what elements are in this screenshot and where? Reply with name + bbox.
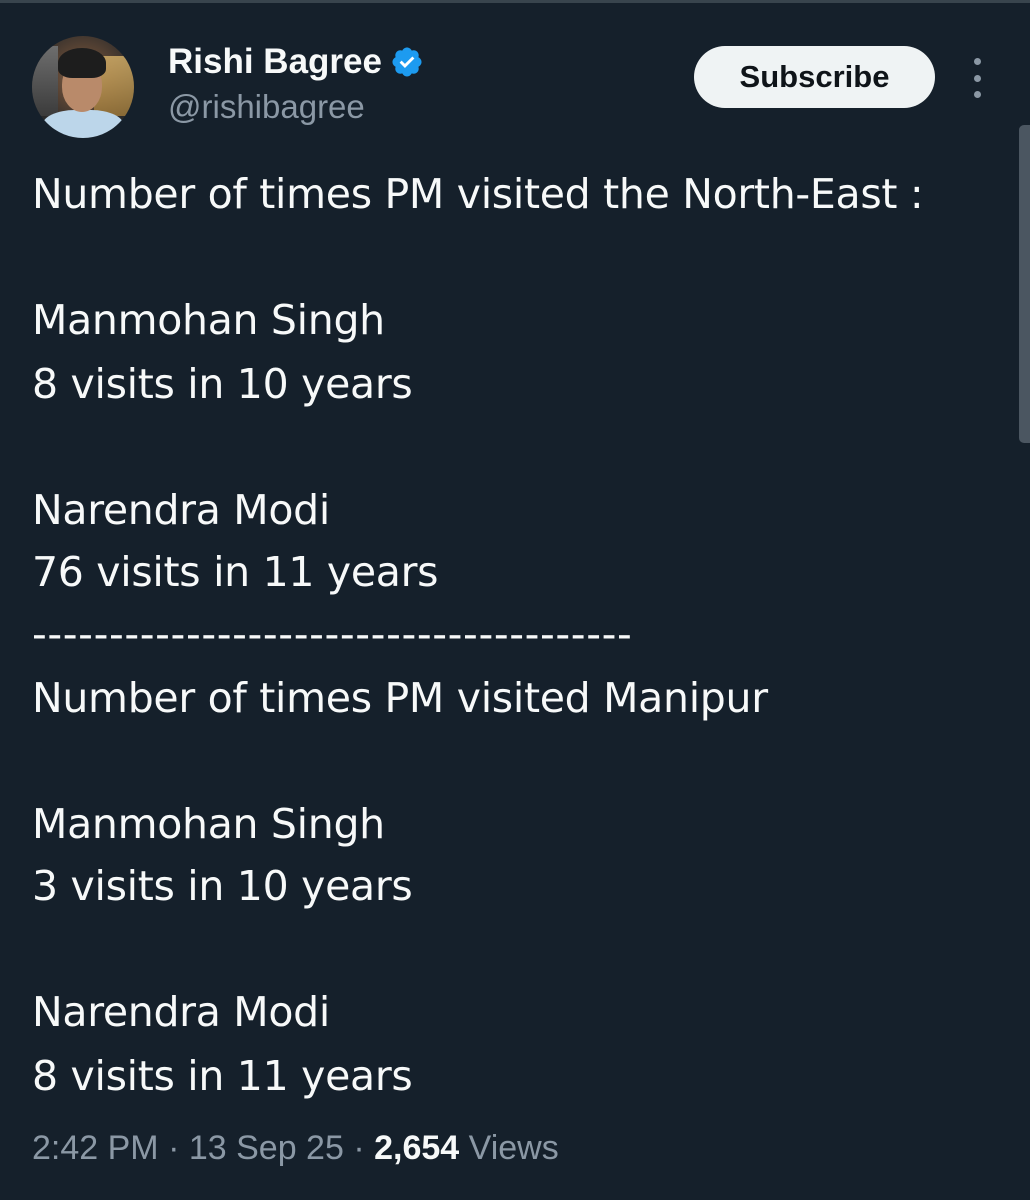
tweet-time[interactable]: 2:42 PM [32, 1129, 159, 1167]
tweet-text-line: 8 visits in 10 years [32, 360, 413, 408]
tweet-text-line: Narendra Modi [32, 988, 330, 1036]
avatar[interactable] [32, 36, 134, 138]
views-label: Views [459, 1129, 559, 1167]
tweet-divider-line: --------------------------------------- [32, 610, 633, 658]
tweet-text-line: Number of times PM visited Manipur [32, 674, 768, 722]
meta-separator: · [158, 1129, 189, 1167]
more-vertical-icon[interactable] [962, 58, 992, 98]
tweet-meta: 2:42 PM · 13 Sep 25 · 2,654 Views [32, 1126, 559, 1170]
tweet-text-line: Manmohan Singh [32, 296, 385, 344]
tweet-text-line: Narendra Modi [32, 486, 330, 534]
subscribe-button[interactable]: Subscribe [694, 46, 935, 108]
tweet-text-line: 8 visits in 11 years [32, 1052, 413, 1100]
tweet-date[interactable]: 13 Sep 25 [189, 1129, 344, 1167]
tweet-text-line: 76 visits in 11 years [32, 548, 439, 596]
tweet-text-line: 3 visits in 10 years [32, 862, 413, 910]
verified-badge-icon [392, 47, 422, 77]
author-name[interactable]: Rishi Bagree [168, 42, 382, 82]
meta-separator: · [343, 1129, 375, 1167]
author-handle[interactable]: @rishibagree [168, 88, 365, 126]
views-count: 2,654 [374, 1129, 460, 1167]
tweet-text-line: Manmohan Singh [32, 800, 385, 848]
tweet-text-line: Number of times PM visited the North-Eas… [32, 170, 924, 218]
author-name-row[interactable]: Rishi Bagree [168, 40, 424, 84]
scrollbar[interactable] [1019, 125, 1030, 443]
tweet-header: Rishi Bagree @rishibagree Subscribe [0, 0, 1030, 150]
